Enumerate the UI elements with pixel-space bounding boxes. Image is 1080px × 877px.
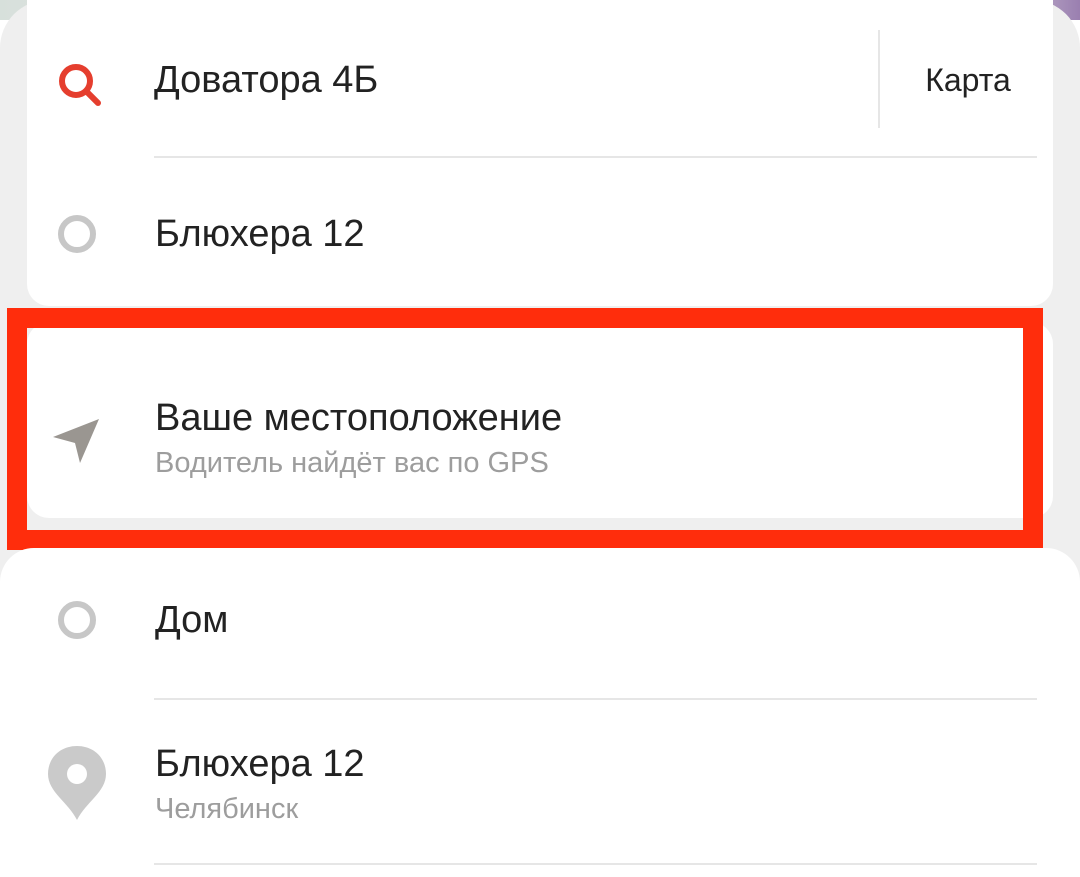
row-divider	[154, 863, 1037, 865]
suggestion-title: Дом	[155, 599, 229, 641]
row-divider	[154, 156, 1037, 158]
suggestions-list: Дом Блюхера 12 Челябинск	[0, 548, 1080, 877]
circle-icon	[58, 601, 96, 639]
list-item-home[interactable]: Дом	[0, 568, 1080, 692]
destination-label: Блюхера 12	[155, 213, 365, 255]
highlight-frame	[7, 308, 1043, 550]
route-card: Доватора 4Б Карта Блюхера 12	[27, 0, 1053, 306]
row-divider	[154, 698, 1037, 700]
list-item-address[interactable]: Блюхера 12 Челябинск	[0, 708, 1080, 858]
search-icon	[59, 64, 101, 106]
search-input[interactable]: Доватора 4Б	[154, 58, 378, 102]
suggestion-title: Блюхера 12	[155, 743, 365, 785]
address-sheet: Доватора 4Б Карта Блюхера 12 Ваше местоп…	[0, 0, 1080, 877]
suggestion-subtitle: Челябинск	[155, 793, 299, 825]
map-pin-icon	[48, 746, 106, 820]
circle-icon	[58, 215, 96, 253]
destination-row[interactable]: Блюхера 12	[27, 172, 1053, 296]
map-button[interactable]: Карта	[900, 50, 1036, 110]
search-separator	[878, 30, 880, 128]
